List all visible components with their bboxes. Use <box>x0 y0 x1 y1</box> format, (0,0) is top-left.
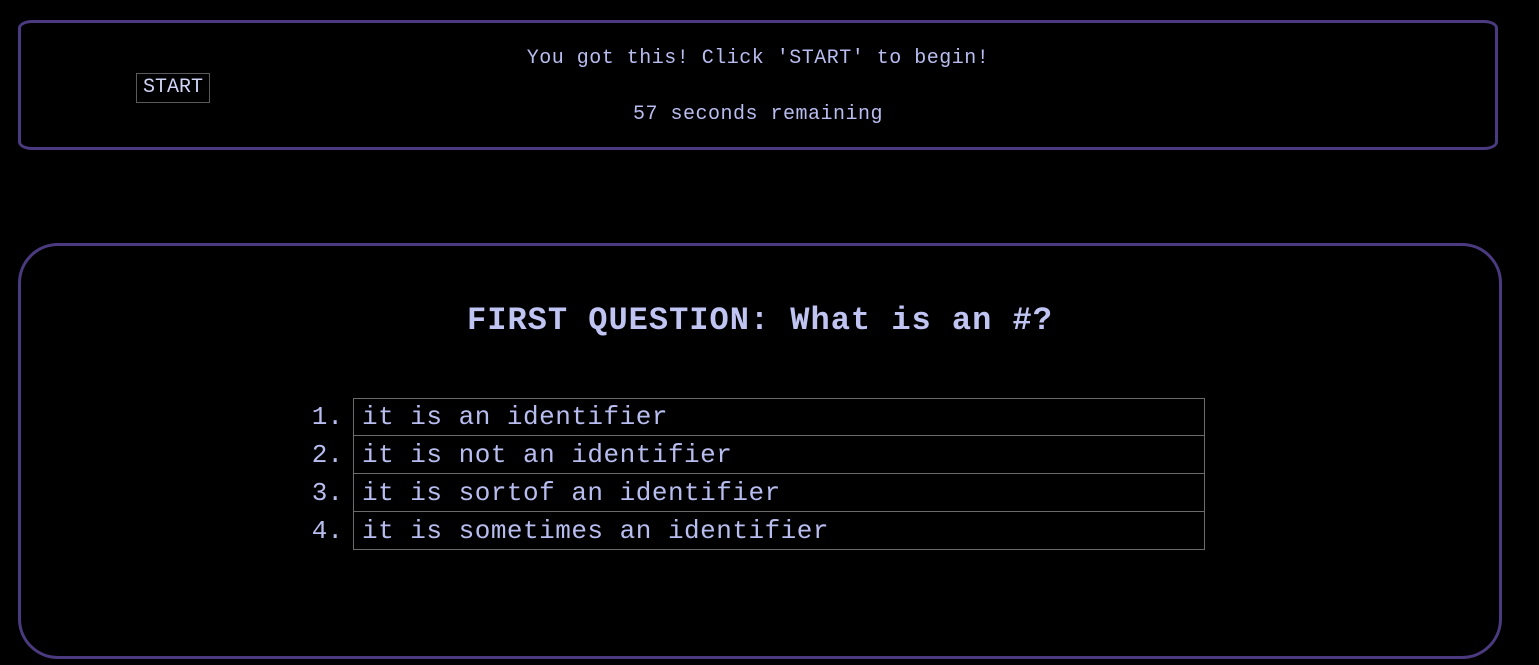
answer-button-2[interactable]: it is not an identifier <box>353 436 1205 474</box>
answer-item: 2. it is not an identifier <box>291 436 1211 474</box>
quiz-panel: FIRST QUESTION: What is an #? 1. it is a… <box>18 243 1502 659</box>
start-button[interactable]: START <box>136 73 211 103</box>
answer-button-1[interactable]: it is an identifier <box>353 398 1205 436</box>
answer-button-4[interactable]: it is sometimes an identifier <box>353 512 1205 550</box>
answer-number: 4. <box>311 516 343 546</box>
question-title: FIRST QUESTION: What is an #? <box>467 302 1053 339</box>
answer-item: 4. it is sometimes an identifier <box>291 512 1211 550</box>
answer-number: 2. <box>311 440 343 470</box>
timer-text: 57 seconds remaining <box>632 103 884 126</box>
answer-item: 3. it is sortof an identifier <box>291 474 1211 512</box>
answer-item: 1. it is an identifier <box>291 398 1211 436</box>
answer-number: 1. <box>311 402 343 432</box>
timer-panel: START You got this! Click 'START' to beg… <box>18 20 1498 150</box>
instruction-message: You got this! Click 'START' to begin! <box>526 47 990 70</box>
answer-list: 1. it is an identifier 2. it is not an i… <box>291 398 1211 550</box>
answer-button-3[interactable]: it is sortof an identifier <box>353 474 1205 512</box>
answer-number: 3. <box>311 478 343 508</box>
